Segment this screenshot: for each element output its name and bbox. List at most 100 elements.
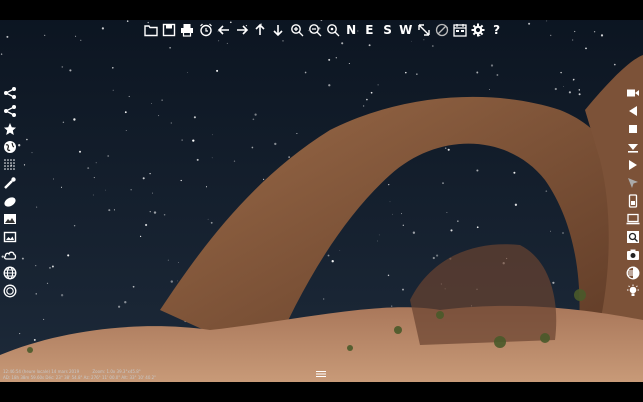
star: [392, 213, 393, 215]
star: [145, 223, 148, 227]
star: [341, 42, 344, 45]
full-screen-button[interactable]: [624, 210, 642, 228]
star: [490, 64, 494, 67]
move-down-button[interactable]: [269, 21, 287, 39]
star: [73, 118, 76, 121]
star: [514, 203, 518, 206]
stars-button[interactable]: [1, 120, 19, 138]
star: [169, 47, 171, 49]
atmosphere-button[interactable]: [1, 246, 19, 264]
images-button[interactable]: [1, 210, 19, 228]
view-north-button[interactable]: N: [342, 21, 360, 39]
view-east-button[interactable]: E: [360, 21, 378, 39]
move-up-button[interactable]: [251, 21, 269, 39]
play-backward-button[interactable]: [624, 102, 642, 120]
share-icon: [4, 87, 16, 99]
zoom-fit-button[interactable]: [324, 21, 342, 39]
dot-grid-icon: [4, 159, 15, 170]
expand-panel-handle[interactable]: [315, 363, 327, 377]
telescope-button[interactable]: [1, 174, 19, 192]
star: [233, 160, 236, 162]
camera-icon: [627, 249, 639, 260]
record-video-button[interactable]: [624, 84, 642, 102]
constellation-lines-button[interactable]: [1, 84, 19, 102]
star: [528, 22, 531, 25]
move-right-button[interactable]: [233, 21, 251, 39]
star: [476, 71, 479, 74]
hamburger-icon: [316, 371, 326, 377]
star: [545, 190, 548, 192]
status-time: 12:46:54 (heure locale) 14 mars 2019: [3, 369, 80, 374]
equatorial-grid-button[interactable]: [1, 264, 19, 282]
time-button[interactable]: [197, 21, 215, 39]
constellation-boundaries-button[interactable]: [1, 102, 19, 120]
night-mode-button[interactable]: [624, 264, 642, 282]
deep-sky-objects-button[interactable]: [1, 156, 19, 174]
stop-button[interactable]: [433, 21, 451, 39]
pointer-button[interactable]: [624, 174, 642, 192]
star: [132, 285, 135, 288]
landscape-button[interactable]: [1, 228, 19, 246]
open-file-button[interactable]: [142, 21, 160, 39]
save-icon: [163, 23, 176, 37]
star-icon: [4, 123, 16, 135]
star: [181, 139, 183, 141]
zoom-in-button[interactable]: [288, 21, 306, 39]
mobile-device-button[interactable]: [624, 192, 642, 210]
star: [572, 39, 574, 41]
star: [274, 142, 277, 146]
comet-icon: [4, 197, 16, 207]
star: [447, 148, 450, 151]
play-icon: [629, 160, 637, 170]
star: [108, 209, 111, 212]
lightbulb-icon: [627, 284, 639, 296]
search-object-button[interactable]: [624, 228, 642, 246]
help-button[interactable]: ?: [488, 21, 506, 39]
star: [187, 72, 188, 73]
star: [35, 293, 37, 295]
star: [416, 73, 418, 75]
zoom-out-button[interactable]: [306, 21, 324, 39]
move-left-button[interactable]: [215, 21, 233, 39]
star: [107, 155, 110, 157]
print-button[interactable]: [178, 21, 196, 39]
phone-icon: [628, 194, 638, 208]
view-south-button[interactable]: S: [378, 21, 396, 39]
star: [177, 262, 179, 263]
view-west-button[interactable]: W: [397, 21, 415, 39]
save-button[interactable]: [160, 21, 178, 39]
star: [442, 182, 444, 185]
star: [210, 221, 213, 224]
star: [163, 214, 166, 216]
view-zenith-button[interactable]: [415, 21, 433, 39]
star: [370, 91, 373, 94]
status-line-1: 12:46:54 (heure locale) 14 mars 2019 Zoo…: [3, 369, 168, 375]
top-bar: [0, 0, 643, 20]
star: [573, 78, 575, 81]
step-down-button[interactable]: [624, 138, 642, 156]
arrow-left-icon: [217, 25, 229, 35]
star: [282, 40, 284, 42]
settings-button[interactable]: [469, 21, 487, 39]
play-forward-button[interactable]: [624, 156, 642, 174]
status-zoom: Zoom: 1.0x 39.3°x45.8°: [92, 369, 141, 374]
star: [389, 201, 391, 203]
stop-animation-button[interactable]: [624, 120, 642, 138]
azimuthal-grid-button[interactable]: [1, 282, 19, 300]
comets-button[interactable]: [1, 192, 19, 210]
cursor-arrow-icon: [628, 178, 638, 188]
light-pollution-button[interactable]: [624, 282, 642, 300]
star: [339, 250, 341, 251]
star: [0, 53, 3, 55]
sky-view[interactable]: [0, 0, 643, 402]
star: [328, 84, 331, 87]
star: [149, 211, 151, 213]
planets-button[interactable]: [1, 138, 19, 156]
star: [128, 95, 130, 98]
star: [142, 177, 145, 180]
star: [335, 57, 337, 59]
globe-grid-icon: [3, 266, 17, 280]
snapshot-button[interactable]: [624, 246, 642, 264]
star: [432, 256, 435, 260]
calendar-button[interactable]: [451, 21, 469, 39]
